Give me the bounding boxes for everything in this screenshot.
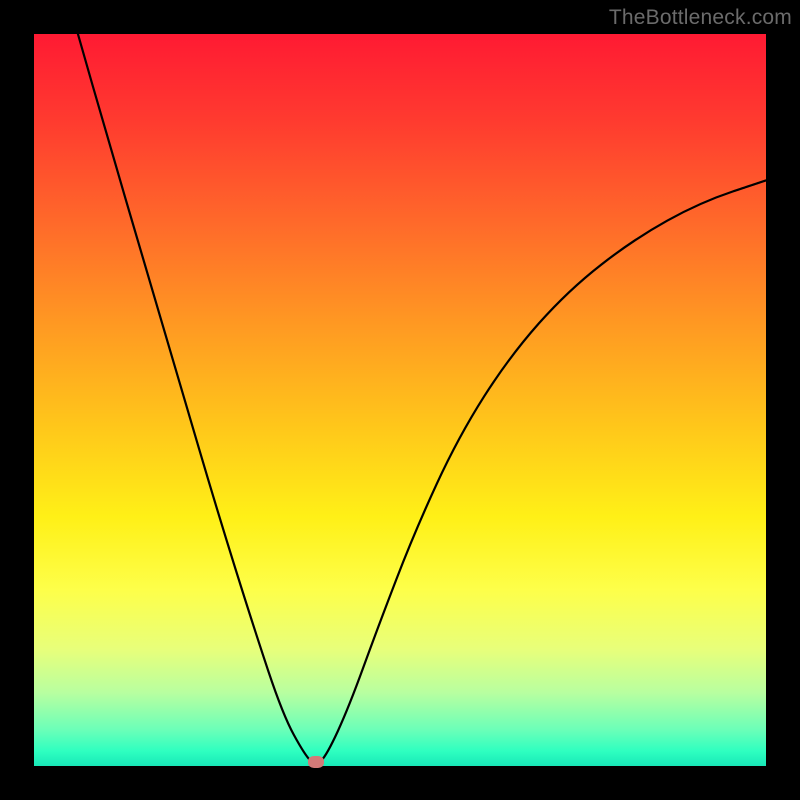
min-marker [308, 756, 324, 768]
chart-container: TheBottleneck.com [0, 0, 800, 800]
watermark-text: TheBottleneck.com [609, 6, 792, 30]
curve-path [78, 34, 766, 763]
plot-area [34, 34, 766, 766]
curve-svg [34, 34, 766, 766]
